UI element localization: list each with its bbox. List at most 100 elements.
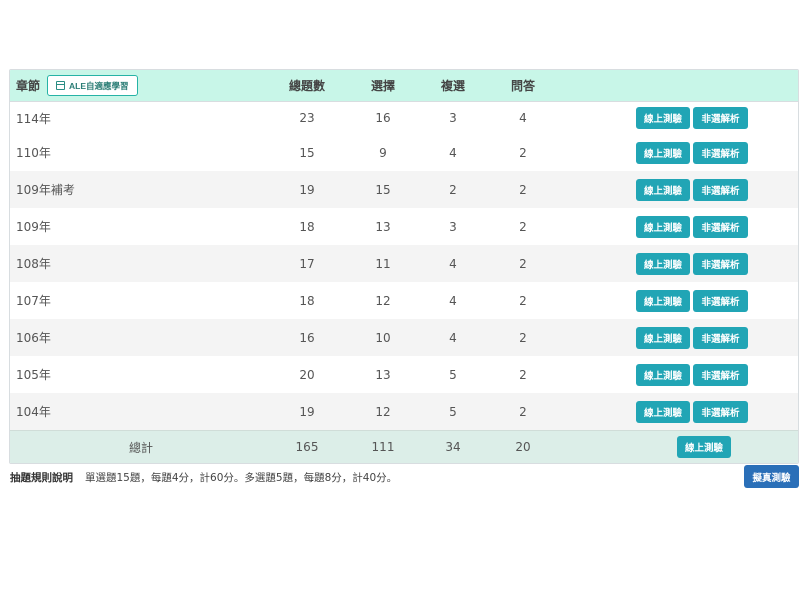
table-row: 105年 20 13 5 2 線上測驗 非選解析: [10, 356, 798, 393]
online-test-button[interactable]: 線上測驗: [636, 400, 690, 423]
exam-table: 章節 ALE自適應學習 總題數 選擇 複選 問答 114年 23 16 3 4 線上測驗非…: [9, 69, 799, 464]
row-single: 16: [375, 111, 391, 125]
footer-qa: 20: [515, 440, 531, 454]
non-choice-explanation-button[interactable]: 非選解析: [693, 252, 748, 275]
header-chapter: 章節: [16, 79, 41, 93]
row-actions: 線上測驗 非選解析: [558, 141, 798, 164]
row-actions: 線上測驗 非選解析: [558, 326, 798, 349]
row-multi: 2: [449, 182, 457, 197]
header-qa: 問答: [510, 79, 535, 93]
row-qa: 2: [519, 256, 527, 271]
online-test-button[interactable]: 線上測驗: [636, 363, 690, 386]
table-row: 110年 15 9 4 2 線上測驗 非選解析: [10, 134, 798, 171]
table-body: 114年 23 16 3 4 線上測驗 非選解析 110年 15 9 4 2 線上測驗 非選解析 109年補…: [10, 101, 798, 430]
row-qa: 2: [519, 293, 527, 308]
table-footer: 總計 165 111 34 20 線上測驗: [10, 430, 798, 463]
row-actions: 線上測驗 非選解析: [558, 178, 798, 201]
footer-label: 總計: [128, 440, 153, 455]
row-actions: 線上測驗 非選解析: [558, 289, 798, 312]
header-single: 選擇: [370, 79, 395, 93]
row-qa: 2: [519, 404, 527, 419]
table-row: 114年 23 16 3 4 線上測驗 非選解析: [10, 101, 798, 134]
non-choice-explanation-button[interactable]: 非選解析: [693, 363, 748, 386]
row-total: 15: [299, 145, 315, 160]
row-single: 13: [375, 367, 391, 382]
row-qa: 2: [519, 145, 527, 160]
row-total: 18: [299, 293, 315, 308]
row-actions: 線上測驗 非選解析: [558, 363, 798, 386]
online-test-button[interactable]: 線上測驗: [636, 326, 690, 349]
online-test-button[interactable]: 線上測驗: [636, 289, 690, 312]
row-multi: 4: [449, 293, 457, 308]
table-row: 104年 19 12 5 2 線上測驗 非選解析: [10, 393, 798, 430]
row-name: 104年: [16, 405, 51, 419]
non-choice-explanation-button[interactable]: 非選解析: [693, 215, 748, 238]
row-actions: 線上測驗 非選解析: [558, 107, 798, 129]
row-qa: 2: [519, 367, 527, 382]
row-multi: 4: [449, 330, 457, 345]
row-actions: 線上測驗 非選解析: [558, 400, 798, 423]
non-choice-explanation-button[interactable]: 非選解析: [693, 326, 748, 349]
online-test-button[interactable]: 線上測驗: [636, 178, 690, 201]
rules-text: 單選題15題，每題4分，計60分。多選題5題，每題8分，計40分。: [85, 472, 398, 484]
row-name: 114年: [16, 111, 51, 126]
row-name: 108年: [16, 257, 51, 271]
row-total: 19: [299, 404, 315, 419]
row-qa: 2: [519, 182, 527, 197]
non-choice-explanation-button[interactable]: 非選解析: [693, 289, 748, 312]
online-test-button[interactable]: 線上測驗: [636, 252, 690, 275]
rules-description: 抽題規則說明 單選題15題，每題4分，計60分。多選題5題，每題8分，計40分。: [10, 470, 397, 485]
row-single: 11: [375, 256, 391, 271]
row-total: 17: [299, 256, 315, 271]
row-single: 10: [375, 330, 391, 345]
row-single: 12: [375, 293, 391, 308]
non-choice-explanation-button[interactable]: 非選解析: [693, 178, 748, 201]
row-multi: 4: [449, 256, 457, 271]
non-choice-explanation-button[interactable]: 非選解析: [693, 400, 748, 423]
ale-button-label: ALE自適應學習: [69, 80, 129, 91]
mock-exam-button[interactable]: 擬真測驗: [744, 465, 799, 488]
table-row: 109年補考 19 15 2 2 線上測驗 非選解析: [10, 171, 798, 208]
table-row: 106年 16 10 4 2 線上測驗 非選解析: [10, 319, 798, 356]
row-actions: 線上測驗 非選解析: [558, 215, 798, 238]
footer-single: 111: [371, 440, 395, 454]
row-multi: 4: [449, 145, 457, 160]
footer-total: 165: [295, 440, 319, 454]
row-qa: 2: [519, 330, 527, 345]
row-total: 18: [299, 219, 315, 234]
row-single: 15: [375, 182, 391, 197]
header-multi: 複選: [440, 79, 465, 93]
row-name: 105年: [16, 368, 51, 382]
row-name: 109年補考: [16, 183, 75, 197]
row-single: 12: [375, 404, 391, 419]
row-multi: 3: [449, 111, 457, 125]
table-header: 章節 ALE自適應學習 總題數 選擇 複選 問答: [10, 70, 798, 101]
header-total: 總題數: [288, 79, 325, 93]
table-row: 109年 18 13 3 2 線上測驗 非選解析: [10, 208, 798, 245]
row-multi: 5: [449, 404, 457, 419]
calendar-icon: [56, 81, 66, 90]
row-multi: 3: [449, 219, 457, 234]
row-name: 106年: [16, 331, 51, 345]
non-choice-explanation-button[interactable]: 非選解析: [693, 141, 748, 164]
row-single: 9: [379, 145, 387, 160]
footer-multi: 34: [445, 440, 461, 454]
non-choice-explanation-button[interactable]: 非選解析: [693, 107, 748, 129]
row-total: 19: [299, 182, 315, 197]
row-name: 110年: [16, 146, 51, 160]
row-multi: 5: [449, 367, 457, 382]
row-single: 13: [375, 219, 391, 234]
row-qa: 4: [519, 111, 527, 125]
row-total: 20: [299, 367, 315, 382]
footer-online-test-button[interactable]: 線上測驗: [677, 436, 731, 458]
row-qa: 2: [519, 219, 527, 234]
online-test-button[interactable]: 線上測驗: [636, 215, 690, 238]
ale-adaptive-learning-button[interactable]: ALE自適應學習: [47, 75, 138, 96]
row-actions: 線上測驗 非選解析: [558, 252, 798, 275]
row-total: 16: [299, 330, 315, 345]
online-test-button[interactable]: 線上測驗: [636, 107, 690, 129]
row-name: 109年: [16, 220, 51, 234]
rules-label: 抽題規則說明: [10, 472, 73, 484]
table-row: 107年 18 12 4 2 線上測驗 非選解析: [10, 282, 798, 319]
online-test-button[interactable]: 線上測驗: [636, 141, 690, 164]
